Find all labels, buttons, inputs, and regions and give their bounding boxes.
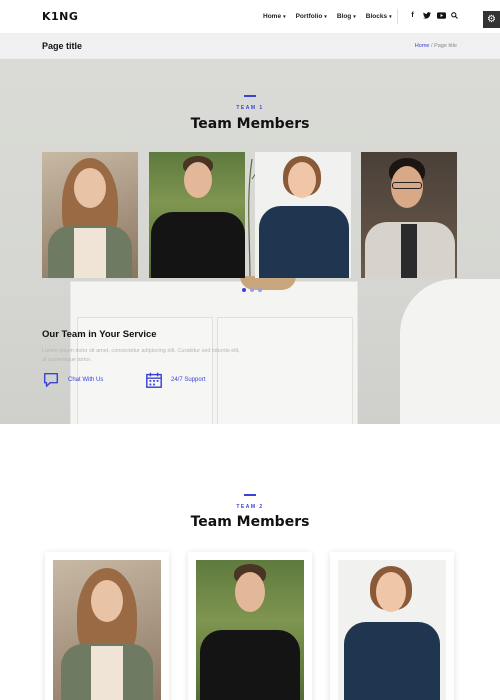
team-member-photo[interactable] xyxy=(42,152,138,278)
carousel-dots xyxy=(242,288,262,292)
team-member-photo xyxy=(338,560,446,700)
breadcrumb-separator: / xyxy=(431,43,433,49)
team-member-card[interactable] xyxy=(330,552,454,700)
service-title: Our Team in Your Service xyxy=(42,329,157,340)
carousel-dot[interactable] xyxy=(258,288,262,292)
section-accent-dash xyxy=(244,95,256,97)
facebook-icon[interactable]: f xyxy=(409,12,416,20)
page-title-bar: Page title Home / Page title xyxy=(0,33,500,59)
nav-item-portfolio[interactable]: Portfolio ▾ xyxy=(296,13,327,20)
team-member-card[interactable] xyxy=(45,552,169,700)
torso-shape xyxy=(200,630,300,700)
team-member-photo[interactable] xyxy=(149,152,245,278)
chat-with-us-link[interactable]: Chat With Us xyxy=(42,371,103,389)
team-member-photo[interactable] xyxy=(361,152,457,278)
breadcrumb-current: Page title xyxy=(434,43,457,49)
main-nav: Home ▾ Portfolio ▾ Blog ▾ Blocks ▾ xyxy=(263,13,392,20)
chevron-down-icon: ▾ xyxy=(283,13,286,20)
nav-label: Portfolio xyxy=(295,13,323,20)
settings-gear-icon[interactable]: ⚙ xyxy=(483,11,500,28)
youtube-icon[interactable] xyxy=(437,12,446,20)
nav-label: Blog xyxy=(336,13,352,20)
twitter-icon[interactable] xyxy=(423,12,431,20)
feature-label: 24/7 Support xyxy=(171,377,206,383)
breadcrumb: Home / Page title xyxy=(415,43,457,49)
team-member-card[interactable] xyxy=(188,552,312,700)
chevron-down-icon: ▾ xyxy=(353,13,356,20)
section-accent-dash xyxy=(244,494,256,496)
face-shape xyxy=(91,580,123,622)
nav-label: Blocks xyxy=(365,13,388,20)
logo[interactable]: K1NG xyxy=(42,10,78,23)
nav-item-blocks[interactable]: Blocks ▾ xyxy=(366,13,392,20)
glasses-shape xyxy=(392,182,422,189)
face-shape xyxy=(288,162,316,198)
shirt-shape xyxy=(74,228,106,278)
calendar-icon xyxy=(146,372,162,388)
chevron-down-icon: ▾ xyxy=(324,13,327,20)
chevron-down-icon: ▾ xyxy=(389,13,392,20)
team-member-photo xyxy=(53,560,161,700)
background-chair xyxy=(400,279,500,424)
section-heading: Team Members xyxy=(190,116,310,132)
search-icon[interactable] xyxy=(451,12,458,20)
nav-label: Home xyxy=(263,13,282,20)
social-links: f xyxy=(409,12,458,20)
torso-shape xyxy=(151,212,245,278)
team-member-photo[interactable] xyxy=(255,152,351,278)
service-text: Lorem ipsum dolor sit amet, consectetur … xyxy=(42,348,240,363)
breadcrumb-home-link[interactable]: Home xyxy=(415,43,430,49)
cabinet-door xyxy=(217,317,353,424)
team1-section: TEAM 1 Team Members Our Team in Your Ser… xyxy=(0,59,500,424)
torso-shape xyxy=(344,622,440,700)
page-title: Page title xyxy=(42,41,83,51)
face-shape xyxy=(235,572,265,612)
nav-item-blog[interactable]: Blog ▾ xyxy=(337,13,356,20)
team-member-photo xyxy=(196,560,304,700)
torso-shape xyxy=(259,206,349,278)
support-link[interactable]: 24/7 Support xyxy=(145,371,205,389)
section-heading: Team Members xyxy=(190,514,310,530)
nav-divider xyxy=(397,9,398,24)
face-shape xyxy=(184,162,212,198)
face-shape xyxy=(74,168,106,208)
shirt-shape xyxy=(91,646,123,700)
carousel-dot[interactable] xyxy=(250,288,254,292)
face-shape xyxy=(376,572,406,612)
section-eyebrow: TEAM 2 xyxy=(236,504,264,510)
nav-item-home[interactable]: Home ▾ xyxy=(263,13,286,20)
carousel-dot[interactable] xyxy=(242,288,246,292)
site-header: K1NG Home ▾ Portfolio ▾ Blog ▾ Blocks ▾ f ⚙ xyxy=(0,0,500,33)
feature-label: Chat With Us xyxy=(68,377,104,383)
section-eyebrow: TEAM 1 xyxy=(236,105,264,111)
chat-bubble-icon xyxy=(43,372,59,388)
apron-shape xyxy=(401,224,417,278)
